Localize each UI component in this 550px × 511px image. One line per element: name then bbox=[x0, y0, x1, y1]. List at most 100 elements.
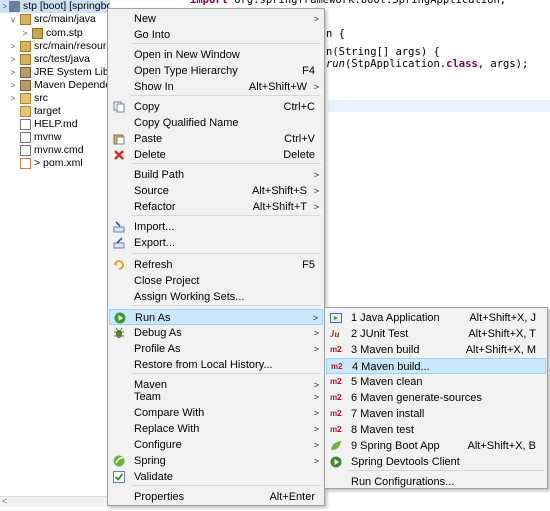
run-as-item-label: 5 Maven clean bbox=[351, 376, 423, 388]
submenu-arrow-icon: > bbox=[313, 14, 319, 24]
menu-item-compare-with[interactable]: Compare With > bbox=[109, 405, 323, 421]
expand-arrow-icon[interactable]: > bbox=[8, 79, 18, 92]
run-as-item-2-junit-test[interactable]: Ju 2 JUnit Test Alt+Shift+X, T bbox=[326, 326, 546, 342]
spring-devtools-icon bbox=[330, 456, 343, 468]
run-as-item-3-maven-build[interactable]: m2 3 Maven build Alt+Shift+X, M bbox=[326, 342, 546, 358]
menu-item-copy-qualified-name[interactable]: Copy Qualified Name bbox=[109, 115, 323, 131]
expand-arrow-icon[interactable]: > bbox=[8, 92, 18, 105]
menu-item-label: Refresh bbox=[134, 259, 173, 271]
menu-item-label: Debug As bbox=[134, 327, 182, 339]
menu-item-label: Source bbox=[134, 185, 169, 197]
menu-item-run-as[interactable]: Run As > bbox=[109, 309, 323, 325]
menu-item-source[interactable]: Source > Alt+Shift+S bbox=[109, 183, 323, 199]
menu-separator bbox=[348, 470, 544, 471]
run-as-item-label: 8 Maven test bbox=[351, 424, 414, 436]
folder-icon bbox=[20, 93, 31, 104]
submenu-arrow-icon: > bbox=[313, 170, 319, 180]
run-as-item-label: Run Configurations... bbox=[351, 476, 455, 488]
tree-item-label: target bbox=[34, 105, 61, 117]
folder-icon bbox=[20, 106, 31, 117]
menu-item-delete[interactable]: Delete Delete bbox=[109, 147, 323, 163]
menu-item-export[interactable]: Export... bbox=[109, 235, 323, 251]
menu-item-copy[interactable]: Copy Ctrl+C bbox=[109, 99, 323, 115]
code-run-method: run bbox=[326, 58, 345, 70]
run-as-item-6-maven-generate-sources[interactable]: m2 6 Maven generate-sources bbox=[326, 390, 546, 406]
scroll-left-arrow-icon[interactable]: < bbox=[2, 496, 7, 506]
menu-item-replace-with[interactable]: Replace With > bbox=[109, 421, 323, 437]
menu-item-profile-as[interactable]: Profile As > bbox=[109, 341, 323, 357]
horizontal-scrollbar[interactable]: < bbox=[0, 496, 110, 507]
menu-item-restore-from-local-history[interactable]: Restore from Local History... bbox=[109, 357, 323, 373]
menu-item-assign-working-sets[interactable]: Assign Working Sets... bbox=[109, 289, 323, 305]
run-as-item-1-java-application[interactable]: 1 Java Application Alt+Shift+X, J bbox=[326, 310, 546, 326]
menu-item-team[interactable]: Team > bbox=[109, 389, 323, 405]
menu-separator bbox=[131, 253, 321, 254]
run-as-item-shortcut: Alt+Shift+X, J bbox=[469, 312, 536, 324]
menu-item-open-type-hierarchy[interactable]: Open Type Hierarchy F4 bbox=[109, 63, 323, 79]
menu-item-label: Open Type Hierarchy bbox=[134, 65, 238, 77]
run-as-item-spring-devtools-client[interactable]: Spring Devtools Client bbox=[326, 454, 546, 470]
expand-arrow-icon[interactable]: > bbox=[8, 40, 18, 53]
code-import-rest: org.springframework.boot.SpringApplicati… bbox=[234, 0, 507, 6]
menu-item-label: Show In bbox=[134, 81, 174, 93]
run-as-item-4-maven-build[interactable]: m2 4 Maven build... bbox=[326, 358, 546, 374]
code-line-import: import org.springframework.boot.SpringAp… bbox=[190, 0, 506, 6]
code-run-args-b: , args); bbox=[477, 58, 529, 70]
menu-item-label: Properties bbox=[134, 491, 185, 503]
run-as-item-5-maven-clean[interactable]: m2 5 Maven clean bbox=[326, 374, 546, 390]
menu-item-label: Delete bbox=[134, 149, 166, 161]
collapse-arrow-icon[interactable]: v bbox=[8, 13, 18, 26]
menu-item-label: Export... bbox=[134, 237, 175, 249]
menu-item-build-path[interactable]: Build Path > bbox=[109, 167, 323, 183]
run-as-item-shortcut: Alt+Shift+X, M bbox=[465, 344, 536, 356]
run-as-item-run-configurations[interactable]: Run Configurations... bbox=[326, 474, 546, 490]
junit-icon: Ju bbox=[330, 329, 340, 339]
menu-item-open-in-new-window[interactable]: Open in New Window bbox=[109, 47, 323, 63]
tree-item-project[interactable]: > stp [boot] [springbootwebst master] bbox=[0, 0, 110, 13]
validate-icon bbox=[113, 471, 125, 483]
menu-item-spring[interactable]: Spring > bbox=[109, 453, 323, 469]
menu-item-paste[interactable]: Paste Ctrl+V bbox=[109, 131, 323, 147]
submenu-arrow-icon: > bbox=[313, 408, 319, 418]
run-as-item-8-maven-test[interactable]: m2 8 Maven test bbox=[326, 422, 546, 438]
library-icon bbox=[20, 67, 31, 78]
run-as-submenu: 1 Java Application Alt+Shift+X, J Ju 2 JUni… bbox=[324, 307, 548, 489]
menu-item-close-project[interactable]: Close Project bbox=[109, 273, 323, 289]
maven-icon: m2 bbox=[330, 393, 342, 402]
submenu-arrow-icon: > bbox=[313, 186, 319, 196]
run-as-item-9-spring-boot-app[interactable]: 9 Spring Boot App Alt+Shift+X, B bbox=[326, 438, 546, 454]
tree-item-label: mvnw bbox=[34, 131, 62, 143]
menu-item-new[interactable]: New > bbox=[109, 11, 323, 27]
menu-item-debug-as[interactable]: Debug As > bbox=[109, 325, 323, 341]
menu-item-properties[interactable]: Properties Alt+Enter bbox=[109, 489, 323, 505]
paste-icon bbox=[113, 133, 125, 145]
code-line-main: n(String[] args) { bbox=[326, 46, 440, 58]
menu-item-label: Import... bbox=[134, 221, 175, 233]
menu-item-show-in[interactable]: Show In > Alt+Shift+W bbox=[109, 79, 323, 95]
menu-item-validate[interactable]: Validate bbox=[109, 469, 323, 485]
menu-item-label: Assign Working Sets... bbox=[134, 291, 245, 303]
menu-separator bbox=[131, 43, 321, 44]
menu-item-label: New bbox=[134, 13, 157, 25]
menu-item-import[interactable]: Import... bbox=[109, 219, 323, 235]
expand-arrow-icon[interactable]: > bbox=[8, 66, 18, 79]
run-as-item-7-maven-install[interactable]: m2 7 Maven install bbox=[326, 406, 546, 422]
run-as-item-label: 4 Maven build... bbox=[352, 361, 430, 373]
submenu-arrow-icon: > bbox=[313, 424, 319, 434]
menu-item-refresh[interactable]: Refresh F5 bbox=[109, 257, 323, 273]
menu-item-label: Replace With bbox=[134, 423, 200, 435]
code-line-run: run(StpApplication.class, args); bbox=[326, 58, 528, 70]
refresh-icon bbox=[113, 259, 125, 271]
menu-item-refactor[interactable]: Refactor > Alt+Shift+T bbox=[109, 199, 323, 215]
expand-arrow-icon[interactable]: > bbox=[20, 27, 30, 40]
tree-item-label: HELP.md bbox=[34, 118, 78, 130]
export-icon bbox=[113, 237, 125, 249]
expand-arrow-icon[interactable]: > bbox=[8, 53, 18, 66]
menu-item-configure[interactable]: Configure > bbox=[109, 437, 323, 453]
menu-item-go-into[interactable]: Go Into bbox=[109, 27, 323, 43]
submenu-arrow-icon: > bbox=[313, 344, 319, 354]
file-icon bbox=[20, 145, 31, 156]
tree-item-label: stp [boot] [springbootwebst master] bbox=[23, 0, 110, 12]
menu-item-shortcut: Alt+Shift+T bbox=[252, 201, 307, 213]
maven-icon: m2 bbox=[330, 409, 342, 418]
